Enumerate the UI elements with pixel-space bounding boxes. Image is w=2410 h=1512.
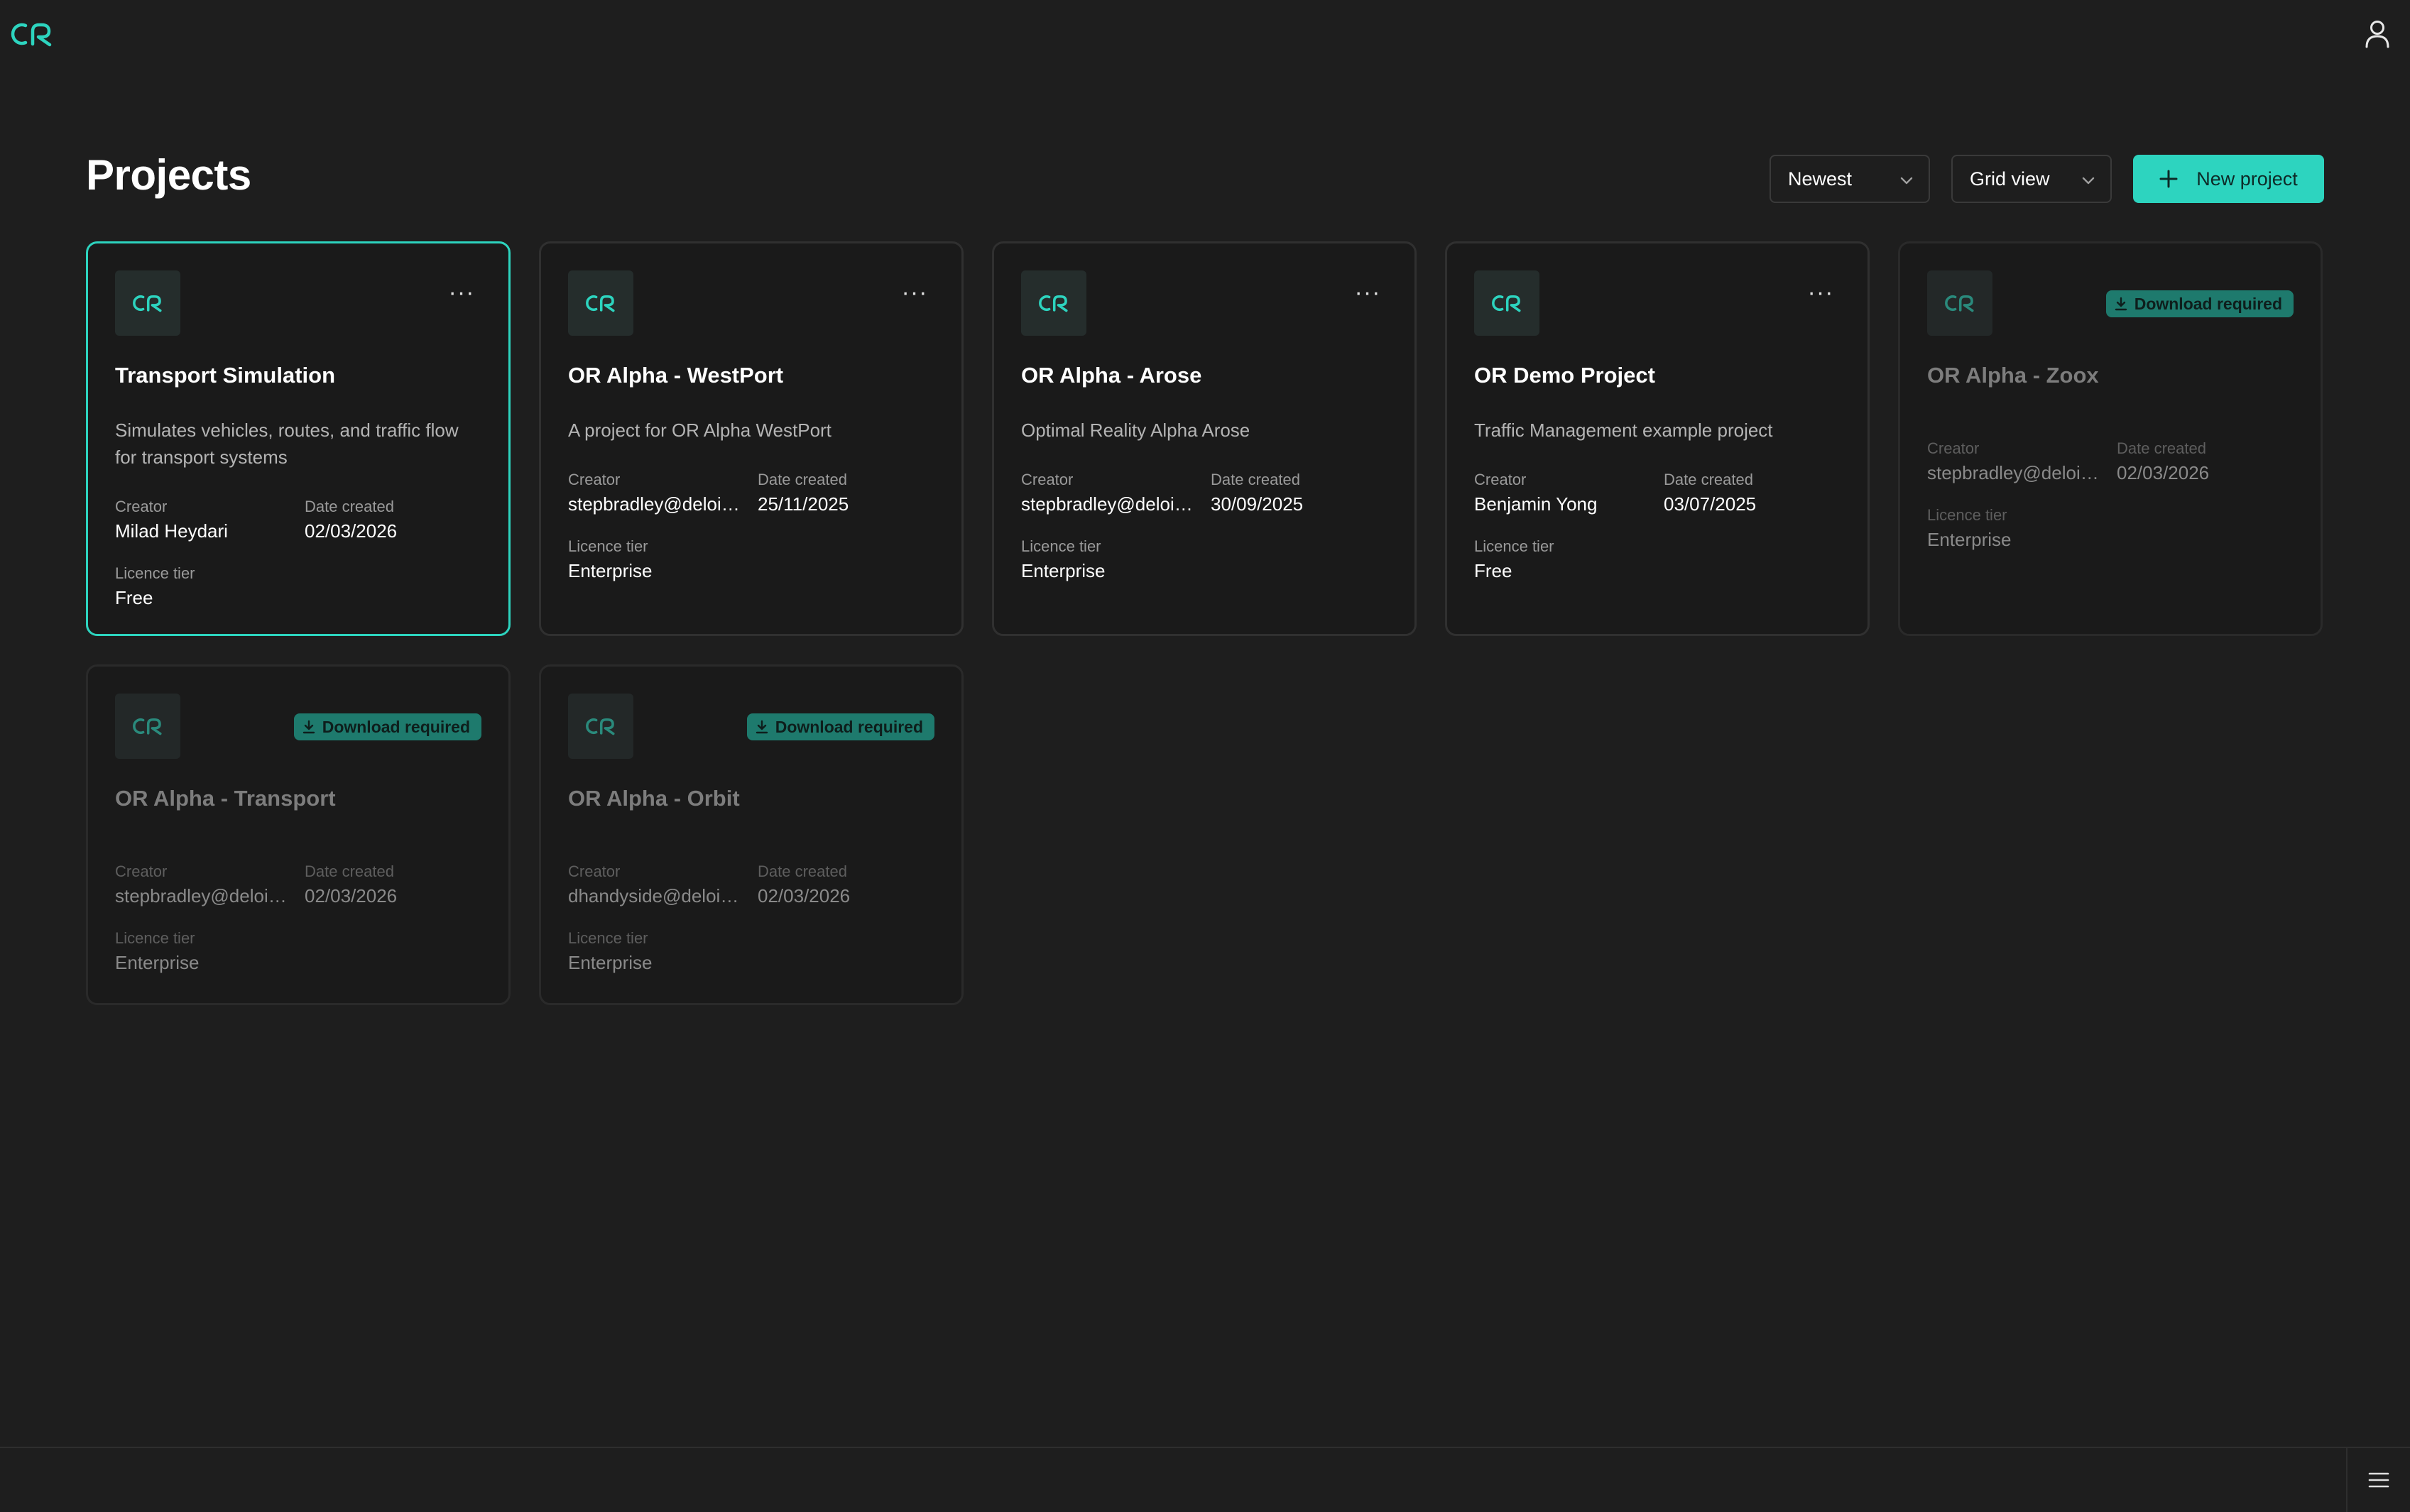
licence-tier-value: Enterprise [1927,529,2012,550]
sort-dropdown-label: Newest [1788,168,1853,190]
project-thumbnail-icon [1927,270,1992,336]
project-card[interactable]: Download required OR Alpha - Orbit Creator… [539,664,964,1005]
licence-tier-label: Licence tier [1927,506,2007,524]
date-created-label: Date created [1211,471,1300,488]
download-required-badge[interactable]: Download required [293,713,481,740]
project-title: OR Alpha - Zoox [1927,363,2099,388]
view-dropdown[interactable]: Grid view [1951,155,2112,203]
project-title: OR Alpha - WestPort [568,363,784,388]
hamburger-menu-icon[interactable] [2346,1448,2410,1512]
licence-tier-label: Licence tier [1021,537,1101,555]
footer-bar [0,1447,2410,1512]
project-card[interactable]: Download required OR Alpha - Zoox Creator s… [1898,241,2323,636]
chevron-down-icon [1900,168,1913,190]
more-options-icon[interactable]: ··· [1352,280,1383,305]
more-options-icon[interactable]: ··· [899,280,930,305]
or-logo-icon[interactable] [10,20,57,48]
date-created-value: 02/03/2026 [758,885,851,906]
date-created-label: Date created [305,498,394,515]
date-created-value: 02/03/2026 [305,520,398,542]
badge-label: Download required [322,717,470,736]
date-created-label: Date created [758,471,847,488]
new-project-label: New project [2196,168,2298,190]
app-root: Projects Newest Grid view New project ··… [0,0,2410,1512]
date-created-label: Date created [2117,439,2206,457]
licence-tier-value: Enterprise [1021,560,1106,581]
creator-label: Creator [568,862,621,880]
licence-tier-label: Licence tier [115,564,195,582]
project-description: Simulates vehicles, routes, and traffic … [115,420,459,468]
download-icon [302,720,315,734]
badge-label: Download required [775,717,923,736]
date-created-value: 02/03/2026 [305,885,398,906]
creator-value: stepbradley@deloi… [1021,493,1193,515]
date-created-value: 02/03/2026 [2117,462,2210,483]
sort-dropdown[interactable]: Newest [1770,155,1930,203]
licence-tier-label: Licence tier [568,929,648,947]
licence-tier-label: Licence tier [115,929,195,947]
project-card[interactable]: ··· Transport Simulation Simulates vehicle… [86,241,511,636]
download-icon [756,720,768,734]
licence-tier-value: Enterprise [568,560,653,581]
project-thumbnail-icon [115,270,180,336]
creator-value: dhandyside@deloi… [568,885,739,906]
more-options-icon[interactable]: ··· [1805,280,1836,305]
user-icon[interactable] [2362,17,2393,51]
creator-label: Creator [1927,439,1980,457]
project-title: OR Alpha - Orbit [568,786,740,811]
project-thumbnail-icon [1021,270,1086,336]
download-icon [2115,297,2127,311]
licence-tier-value: Enterprise [568,952,653,973]
creator-value: Benjamin Yong [1474,493,1598,515]
project-description: A project for OR Alpha WestPort [568,420,831,441]
badge-label: Download required [2134,294,2282,313]
licence-tier-value: Enterprise [115,952,200,973]
creator-value: stepbradley@deloi… [115,885,287,906]
more-options-icon[interactable]: ··· [446,280,477,305]
project-title: OR Demo Project [1474,363,1655,388]
date-created-label: Date created [305,862,394,880]
date-created-value: 03/07/2025 [1664,493,1757,515]
licence-tier-value: Free [115,587,153,608]
creator-label: Creator [568,471,621,488]
creator-value: stepbradley@deloi… [1927,462,2099,483]
new-project-button[interactable]: New project [2133,155,2324,203]
creator-value: Milad Heydari [115,520,228,542]
licence-tier-label: Licence tier [568,537,648,555]
creator-label: Creator [1021,471,1074,488]
project-description: Optimal Reality Alpha Arose [1021,420,1250,441]
project-thumbnail-icon [568,694,633,759]
project-description: Traffic Management example project [1474,420,1773,441]
plus-icon [2159,165,2178,193]
project-title: OR Alpha - Transport [115,786,336,811]
creator-label: Creator [115,498,168,515]
view-dropdown-label: Grid view [1970,168,2050,190]
creator-label: Creator [115,862,168,880]
download-required-badge[interactable]: Download required [746,713,934,740]
project-title: OR Alpha - Arose [1021,363,1202,388]
project-card[interactable]: ··· OR Alpha - Arose Optimal Reality Alpha… [992,241,1417,636]
licence-tier-value: Free [1474,560,1512,581]
date-created-value: 25/11/2025 [758,493,849,515]
project-card[interactable]: ··· OR Alpha - WestPort A project for OR A… [539,241,964,636]
project-thumbnail-icon [1474,270,1539,336]
date-created-value: 30/09/2025 [1211,493,1304,515]
creator-label: Creator [1474,471,1527,488]
creator-value: stepbradley@deloi… [568,493,740,515]
date-created-label: Date created [1664,471,1753,488]
project-title: Transport Simulation [115,363,336,388]
project-thumbnail-icon [568,270,633,336]
licence-tier-label: Licence tier [1474,537,1554,555]
download-required-badge[interactable]: Download required [2105,290,2294,317]
page-title: Projects [86,151,251,199]
project-card[interactable]: Download required OR Alpha - Transport Cre… [86,664,511,1005]
chevron-down-icon [2082,168,2095,190]
date-created-label: Date created [758,862,847,880]
project-card[interactable]: ··· OR Demo Project Traffic Management exa… [1445,241,1870,636]
project-thumbnail-icon [115,694,180,759]
